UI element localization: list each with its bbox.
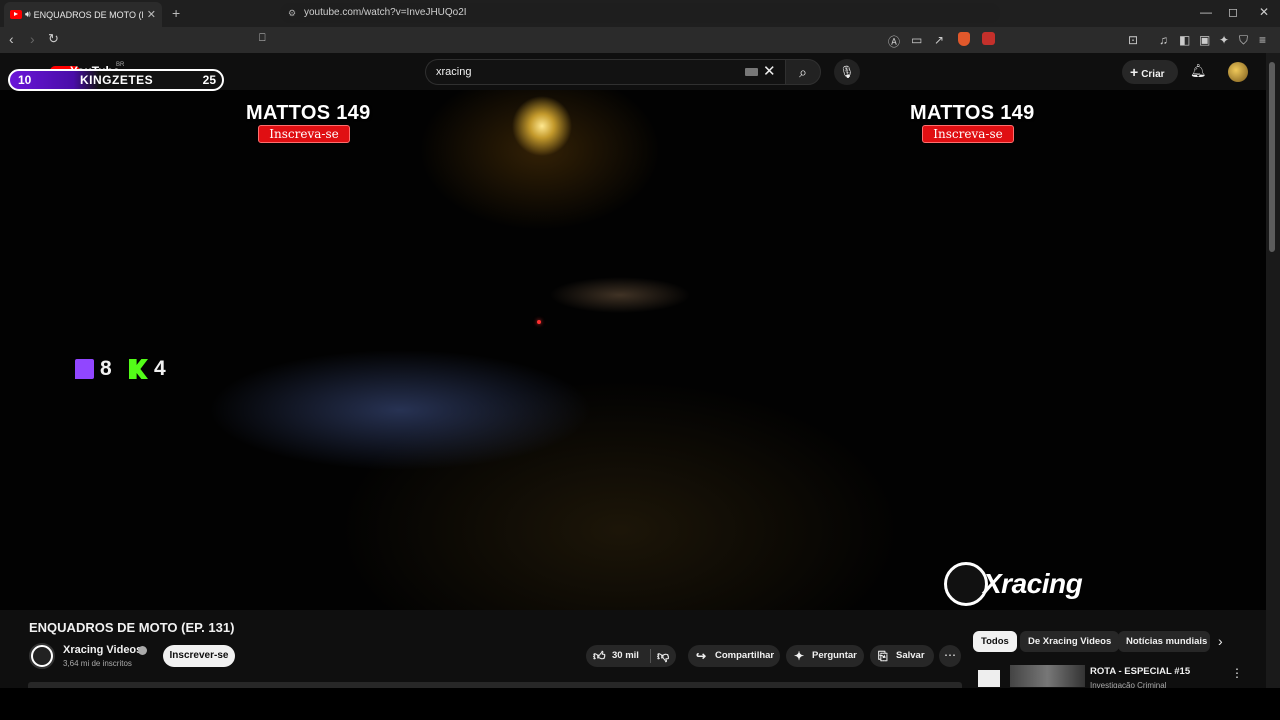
watermark-channel-right: MATTOS 149 [910, 102, 1035, 124]
country-code: BR [116, 62, 125, 68]
xracing-brand: Xracing [983, 568, 1083, 599]
rec-thumbnail[interactable] [1010, 665, 1085, 687]
notifications-bell-icon[interactable]: 🔔︎ [1190, 63, 1207, 79]
watermark-subscribe-right: Inscreva-se [922, 125, 1014, 143]
kick-count: 4 [154, 357, 166, 380]
save-label: Salvar [896, 650, 925, 661]
video-player[interactable] [0, 90, 1266, 610]
brave-shield-icon[interactable] [958, 32, 970, 46]
share-page-icon[interactable]: ↗ [934, 33, 944, 47]
back-icon[interactable]: ‹ [9, 31, 14, 47]
media-icon[interactable]: ♫ [1159, 33, 1168, 47]
rec-more-icon[interactable]: ⋮ [1231, 666, 1243, 680]
chip-from-channel[interactable]: De Xracing Videos [1020, 631, 1120, 652]
sidebar-icon[interactable]: ◧ [1179, 33, 1190, 47]
score-overlay: 10 KINGZETES 25 [8, 69, 224, 91]
vpn-icon[interactable]: ⛉ [1239, 33, 1248, 48]
scrollbar-thumb[interactable] [1269, 62, 1275, 252]
dislike-icon[interactable]: 👎︎ [657, 645, 669, 667]
minimize-button[interactable]: — [1200, 5, 1212, 19]
plus-icon: + [1130, 64, 1139, 80]
browser-tab[interactable]: 🔊︎ ENQUADROS DE MOTO (EP. ✕ [4, 2, 162, 27]
address-toolbar [0, 27, 1280, 53]
rec-video-title[interactable]: ROTA - ESPECIAL #15 [1090, 666, 1190, 677]
chip-world-news[interactable]: Notícias mundiais [1118, 631, 1210, 652]
site-info-icon[interactable]: ⚙ [288, 3, 296, 23]
new-tab-button[interactable]: + [172, 5, 180, 21]
rewards-icon[interactable] [982, 32, 995, 45]
speaker-icon[interactable]: 🔊︎ [25, 9, 31, 20]
watermark-subscribe-left: Inscreva-se [258, 125, 350, 143]
overlay-name: KINGZETES [80, 73, 154, 87]
share-icon: ↪ [696, 649, 707, 663]
address-bar[interactable]: ⚙ youtube.com/watch?v=InveJHUQo2I [280, 3, 1000, 23]
left-score: 10 [18, 73, 32, 87]
search-button[interactable]: ⌕ [785, 59, 821, 85]
create-label: Criar [1141, 69, 1165, 80]
bookmark-icon[interactable]: ⎕ [259, 32, 266, 45]
search-input[interactable]: xracing [425, 59, 785, 85]
rec-channel-name: Investigação Criminal [1090, 681, 1167, 688]
video-title: ENQUADROS DE MOTO (EP. 131) [29, 620, 235, 635]
more-icon: ⋯ [944, 648, 956, 662]
youtube-favicon-icon [10, 10, 22, 19]
tail-light [537, 320, 541, 324]
ask-button[interactable]: ✦ Perguntar [786, 645, 864, 667]
share-button[interactable]: ↪ Compartilhar [688, 645, 780, 667]
watermark-channel-left: MATTOS 149 [246, 102, 371, 124]
twitch-icon [75, 359, 94, 379]
url-text: youtube.com/watch?v=InveJHUQo2I [304, 7, 467, 18]
like-icon[interactable]: 👍︎ [593, 645, 606, 667]
chip-all[interactable]: Todos [973, 631, 1017, 652]
clear-search-icon[interactable]: ✕ [763, 62, 776, 80]
wallet-icon[interactable]: ▣ [1199, 33, 1210, 47]
leo-ai-icon[interactable]: ✦ [1219, 33, 1229, 47]
translate-icon[interactable]: Ⓐ [888, 33, 900, 50]
close-window-button[interactable]: ✕ [1259, 5, 1269, 19]
rec-thumbnail-left[interactable] [978, 670, 1000, 687]
like-dislike-group: 👍︎ 30 mil 👎︎ [586, 645, 676, 667]
menu-icon[interactable]: ≡ [1259, 33, 1266, 47]
tab-search-icon[interactable]: ⊡ [1128, 33, 1138, 47]
tab-title: ENQUADROS DE MOTO (EP. [33, 9, 143, 20]
save-playlist-icon: ⎘ [878, 649, 888, 663]
ask-label: Perguntar [812, 650, 857, 661]
tab-close-icon[interactable]: ✕ [147, 8, 156, 21]
verified-icon [138, 646, 147, 655]
share-label: Compartilhar [715, 650, 775, 661]
subscriber-count: 3,64 mi de inscritos [63, 659, 132, 668]
more-actions-button[interactable]: ⋯ [939, 645, 961, 667]
like-divider [650, 649, 651, 663]
channel-name[interactable]: Xracing Videos [63, 644, 142, 656]
save-button[interactable]: ⎘ Salvar [870, 645, 934, 667]
microphone-icon: 🎙︎ [839, 65, 855, 79]
search-icon: ⌕ [799, 64, 807, 80]
right-score: 25 [202, 73, 216, 87]
account-avatar[interactable] [1228, 62, 1248, 82]
chevron-right-icon[interactable]: › [1218, 633, 1223, 649]
like-count[interactable]: 30 mil [612, 645, 639, 667]
restore-button[interactable]: ◻ [1228, 5, 1238, 19]
reload-icon[interactable]: ↻ [48, 31, 59, 47]
cast-icon[interactable]: ▭ [911, 33, 922, 47]
create-button[interactable]: + Criar [1122, 60, 1178, 84]
channel-avatar-logo-icon [33, 647, 51, 665]
twitch-count: 8 [100, 357, 112, 380]
voice-search-button[interactable]: 🎙︎ [834, 59, 860, 85]
sparkle-icon: ✦ [794, 649, 805, 663]
subscribe-button[interactable]: Inscrever-se [163, 645, 235, 667]
forward-icon[interactable]: › [30, 31, 35, 47]
keyboard-icon[interactable] [745, 68, 758, 76]
bottom-area [0, 688, 1280, 720]
xracing-logo-icon [944, 562, 988, 606]
